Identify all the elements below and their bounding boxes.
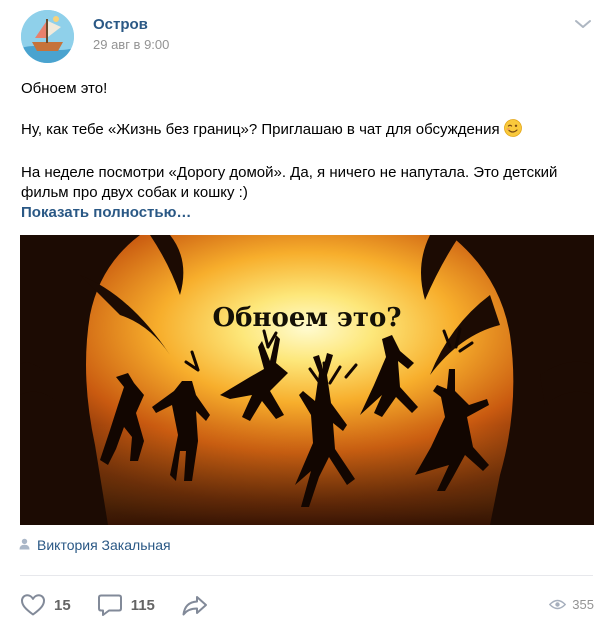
- post-actions: 15 115: [20, 590, 235, 620]
- comment-button[interactable]: 115: [97, 593, 155, 617]
- wink-emoji-icon: [503, 119, 522, 143]
- share-icon: [182, 596, 207, 616]
- group-avatar[interactable]: [21, 10, 74, 63]
- post-image[interactable]: Обноем это?: [20, 235, 594, 525]
- show-more-link[interactable]: Показать полностью…: [21, 204, 191, 221]
- avatar-image: [21, 10, 74, 63]
- chevron-down-icon: [575, 20, 591, 28]
- view-count: 355: [572, 597, 594, 612]
- post-menu-button[interactable]: [573, 16, 593, 32]
- eye-icon: [549, 599, 567, 610]
- post-paragraph-with-emoji: Ну, как тебе «Жизнь без границ»? Приглаш…: [21, 119, 591, 143]
- like-count: 15: [54, 596, 71, 614]
- image-caption: Обноем это?: [212, 303, 402, 333]
- post-paragraph: Обноем это!: [21, 80, 108, 97]
- author-name: Виктория Закальная: [37, 537, 171, 553]
- comment-count: 115: [130, 596, 155, 614]
- comment-icon: [97, 594, 122, 616]
- share-button[interactable]: [181, 593, 209, 617]
- divider: [20, 575, 593, 576]
- view-counter: 355: [549, 597, 594, 612]
- like-button[interactable]: 15: [20, 593, 71, 617]
- post-paragraph: Ну, как тебе «Жизнь без границ»? Приглаш…: [21, 121, 500, 138]
- post-date[interactable]: 29 авг в 9:00: [93, 37, 169, 52]
- post-card: Остров 29 авг в 9:00 Обноем это! Ну, как…: [0, 0, 613, 643]
- user-icon: [19, 537, 30, 553]
- post-text: Обноем это! Ну, как тебе «Жизнь без гран…: [21, 79, 591, 203]
- post-paragraph: На неделе посмотри «Дорогу домой». Да, я…: [21, 164, 558, 201]
- heart-icon: [21, 594, 45, 616]
- group-name[interactable]: Остров: [93, 16, 148, 33]
- forest-silhouette-illustration: [20, 235, 594, 525]
- post-author[interactable]: Виктория Закальная: [19, 537, 171, 553]
